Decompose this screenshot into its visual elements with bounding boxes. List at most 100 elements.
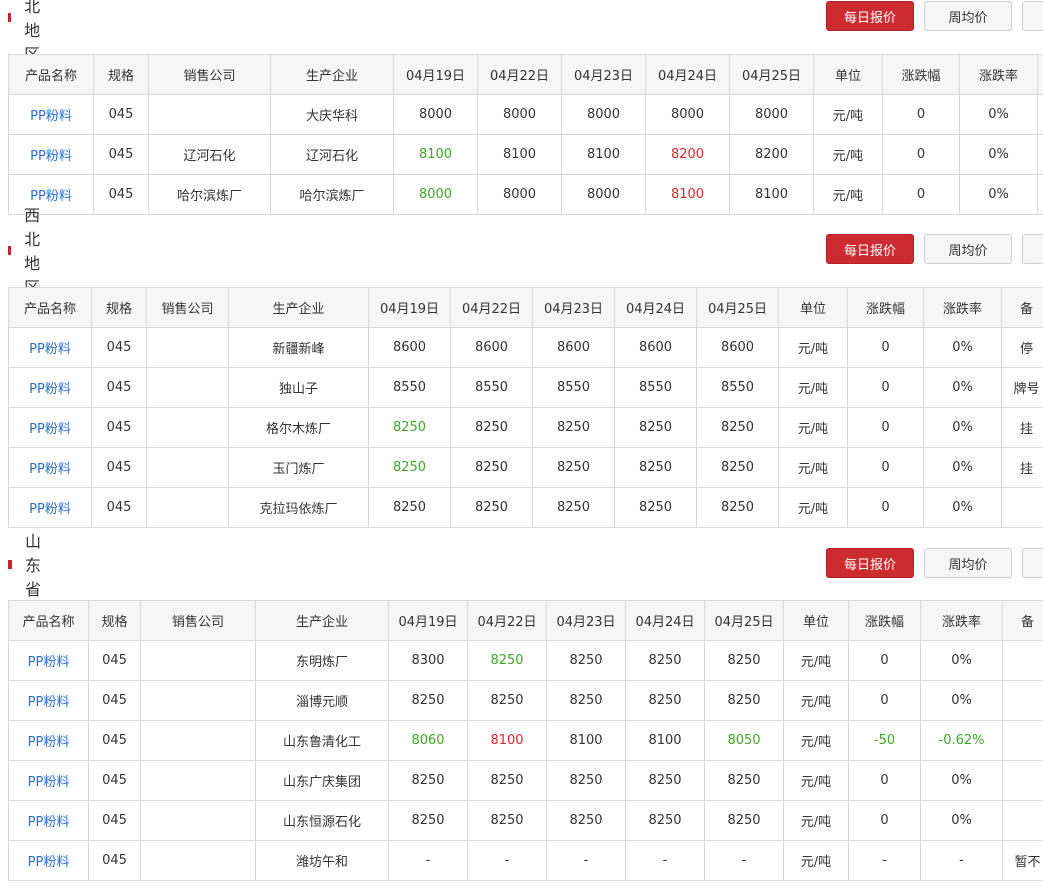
table-cell (1037, 134, 1043, 175)
table-cell: 8250 (625, 680, 705, 721)
table-cell: 元/吨 (783, 840, 849, 881)
daily-quote-button[interactable]: 每日报价 (826, 1, 914, 31)
table-cell: 0 (847, 487, 924, 528)
table-cell: 元/吨 (783, 680, 849, 721)
column-header: 04月19日 (368, 287, 451, 328)
table-cell: 8250 (388, 760, 468, 801)
table-cell: 8250 (368, 487, 451, 528)
column-header: 04月23日 (532, 287, 615, 328)
table-cell: 8050 (704, 720, 784, 761)
table-cell: 8200 (729, 134, 814, 175)
table-cell: 0 (882, 134, 960, 175)
product-link[interactable]: PP粉料 (8, 760, 89, 801)
table-cell: 8550 (614, 367, 697, 408)
column-header: 生产企业 (270, 54, 394, 95)
table-row: PP粉料 045 山东恒源石化 8250 8250 8250 8250 8250 元/吨 0 0% (8, 800, 1043, 841)
column-header: 04月19日 (393, 54, 478, 95)
column-header: 04月22日 (467, 600, 547, 641)
table-cell: 0 (882, 94, 960, 135)
table-cell (1002, 640, 1043, 681)
table-row: PP粉料 045 山东广庆集团 8250 8250 8250 8250 8250 元/吨 0 0% (8, 760, 1043, 801)
table-cell: 8250 (532, 407, 615, 448)
table-cell: 0 (882, 174, 960, 215)
table-row: PP粉料 045 山东鲁清化工 8060 8100 8100 8100 8050 元/吨 -50-… (8, 720, 1043, 761)
section-title: 西北地区 (8, 206, 46, 297)
table-cell: 东明炼厂 (255, 640, 389, 681)
table-cell: 暂不 (1002, 840, 1043, 881)
table-cell: 8600 (368, 327, 451, 368)
table-cell: - (625, 840, 705, 881)
table-cell: 8250 (388, 800, 468, 841)
table-cell: 8000 (561, 94, 646, 135)
table-cell: 8250 (368, 447, 451, 488)
price-table: 产品名称 规格 销售公司 生产企业 04月19日 04月22日 04月23日 04月24日 04… (8, 54, 1043, 215)
daily-quote-button[interactable]: 每日报价 (826, 234, 914, 264)
table-cell: 0 (847, 407, 924, 448)
table-cell: 8060 (388, 720, 468, 761)
column-header: 涨跌率 (923, 287, 1002, 328)
table-cell: 克拉玛依炼厂 (228, 487, 369, 528)
weekly-average-button[interactable]: 周均价 (924, 1, 1012, 31)
table-cell: 0% (923, 487, 1002, 528)
table-cell: 哈尔滨炼厂 (148, 174, 271, 215)
table-cell: - (388, 840, 468, 881)
table-cell: 8250 (532, 487, 615, 528)
product-link[interactable]: PP粉料 (8, 640, 89, 681)
product-link[interactable]: PP粉料 (8, 134, 94, 175)
table-cell: 8100 (645, 174, 730, 215)
section-title: 山东省 (8, 532, 46, 599)
more-button[interactable] (1022, 1, 1043, 31)
more-button[interactable] (1022, 234, 1043, 264)
product-link[interactable]: PP粉料 (8, 174, 94, 215)
table-cell: 0% (959, 94, 1038, 135)
product-link[interactable]: PP粉料 (8, 840, 89, 881)
more-button[interactable] (1022, 548, 1043, 578)
section-marker-icon (8, 245, 12, 255)
product-link[interactable]: PP粉料 (8, 447, 92, 488)
product-link[interactable]: PP粉料 (8, 94, 94, 135)
product-link[interactable]: PP粉料 (8, 800, 89, 841)
column-header: 04月19日 (388, 600, 468, 641)
table-header-row: 产品名称 规格 销售公司 生产企业 04月19日 04月22日 04月23日 04月24日 04… (8, 287, 1043, 328)
table-header-row: 产品名称 规格 销售公司 生产企业 04月19日 04月22日 04月23日 04月24日 04… (8, 54, 1043, 95)
table-cell: 045 (88, 720, 141, 761)
table-cell: 元/吨 (783, 720, 849, 761)
table-cell: 8250 (704, 760, 784, 801)
table-cell (140, 800, 256, 841)
product-link[interactable]: PP粉料 (8, 407, 92, 448)
column-header: 04月24日 (645, 54, 730, 95)
table-row: PP粉料 045 淄博元顺 8250 8250 8250 8250 8250 元/吨 0 0% (8, 680, 1043, 721)
table-cell (1037, 94, 1043, 135)
table-cell: 8250 (388, 680, 468, 721)
table-cell: 挂 (1001, 407, 1043, 448)
table-cell: 8600 (696, 327, 779, 368)
product-link[interactable]: PP粉料 (8, 367, 92, 408)
table-cell: 0% (959, 174, 1038, 215)
weekly-average-button[interactable]: 周均价 (924, 548, 1012, 578)
table-row: PP粉料 045 辽河石化 辽河石化 8100 8100 8100 8200 8200 元/吨 0 0… (8, 134, 1043, 175)
product-link[interactable]: PP粉料 (8, 327, 92, 368)
table-row: PP粉料 045 新疆新峰 8600 8600 8600 8600 8600 元/吨 0 0% 停 (8, 327, 1043, 368)
table-cell: 8250 (696, 487, 779, 528)
table-cell: 0% (923, 367, 1002, 408)
table-cell: 8250 (467, 760, 547, 801)
table-cell: 8250 (450, 407, 533, 448)
weekly-average-button[interactable]: 周均价 (924, 234, 1012, 264)
table-cell: 8550 (368, 367, 451, 408)
column-header: 产品名称 (8, 600, 89, 641)
product-link[interactable]: PP粉料 (8, 487, 92, 528)
column-header: 涨跌幅 (848, 600, 921, 641)
column-header: 涨跌率 (920, 600, 1003, 641)
table-cell (1001, 487, 1043, 528)
table-cell: 8200 (645, 134, 730, 175)
product-link[interactable]: PP粉料 (8, 720, 89, 761)
table-cell (146, 407, 229, 448)
table-cell: 045 (93, 94, 149, 135)
table-cell: 挂 (1001, 447, 1043, 488)
table-cell (140, 840, 256, 881)
table-cell: 8250 (704, 680, 784, 721)
table-cell: 0% (923, 327, 1002, 368)
product-link[interactable]: PP粉料 (8, 680, 89, 721)
table-cell: 8250 (450, 487, 533, 528)
daily-quote-button[interactable]: 每日报价 (826, 548, 914, 578)
